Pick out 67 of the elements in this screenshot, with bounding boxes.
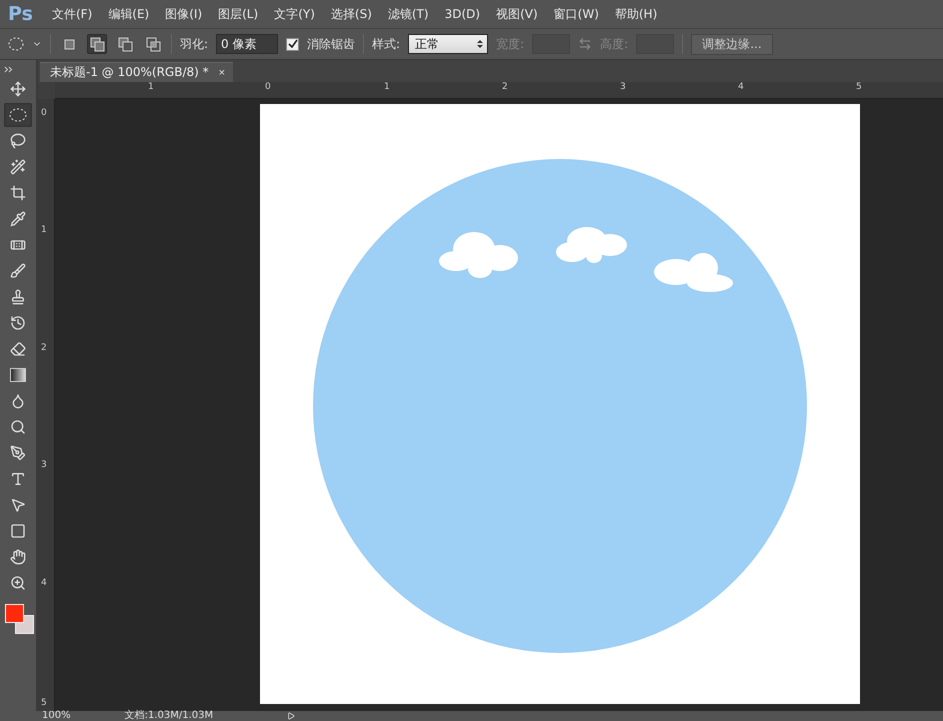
menu-item[interactable]: 滤镜(T) xyxy=(380,6,437,22)
menu-item[interactable]: 3D(D) xyxy=(436,7,488,21)
ellipse-marquee-icon[interactable] xyxy=(8,37,24,51)
selection-add-icon xyxy=(88,36,106,52)
ruler-label: 5 xyxy=(856,83,862,92)
menu-item[interactable]: 编辑(E) xyxy=(100,6,158,22)
history-brush-icon xyxy=(10,315,26,331)
crop-icon xyxy=(10,185,26,201)
stepper-icon xyxy=(477,39,484,49)
document-size: 文档:1.03M/1.03M xyxy=(124,711,214,721)
rectangle-icon xyxy=(10,523,26,539)
antialias-label: 消除锯齿 xyxy=(307,36,356,52)
collapse-icon[interactable] xyxy=(4,66,14,72)
feather-label: 羽化: xyxy=(180,36,208,52)
document-title: 未标题-1 @ 100%(RGB/8) * xyxy=(50,64,209,81)
ruler-label: 1 xyxy=(41,226,47,235)
ellipse-marquee-icon xyxy=(9,108,27,122)
menu-item[interactable]: 图像(I) xyxy=(157,6,210,22)
brush-icon xyxy=(10,263,26,279)
cloud-drawing xyxy=(556,227,627,263)
menu-item[interactable]: 帮助(H) xyxy=(606,6,666,22)
ruler-label: 4 xyxy=(738,83,744,92)
menu-item[interactable]: 视图(V) xyxy=(488,6,546,22)
move-icon xyxy=(10,81,26,97)
style-select[interactable]: 正常 xyxy=(408,34,488,54)
ruler-label: 2 xyxy=(502,83,508,92)
type-icon xyxy=(10,471,26,487)
app-logo: Ps xyxy=(7,3,34,25)
ruler-label: 3 xyxy=(41,461,47,470)
refine-edge-button[interactable]: 调整边缘... xyxy=(691,34,773,54)
document-tab[interactable]: 未标题-1 @ 100%(RGB/8) * × xyxy=(40,62,234,82)
stamp-icon xyxy=(10,289,26,305)
gradient-icon xyxy=(10,368,26,382)
ruler-label: 0 xyxy=(41,109,47,118)
menu-item[interactable]: 文字(Y) xyxy=(266,6,323,22)
ruler-label: 0 xyxy=(265,83,271,92)
tool-button[interactable] xyxy=(4,103,32,127)
ruler-label: 1 xyxy=(384,83,390,92)
feather-field[interactable]: 0 像素 xyxy=(216,34,278,54)
selection-subtract-icon xyxy=(116,36,134,52)
ruler-label: 4 xyxy=(41,579,47,588)
eyedropper-icon xyxy=(10,211,26,227)
antialias-checkbox[interactable] xyxy=(286,38,300,50)
eraser-icon xyxy=(10,341,26,357)
selection-intersect-icon xyxy=(144,36,162,52)
pen-icon xyxy=(10,445,26,461)
zoom-level: 100% xyxy=(42,711,71,721)
ruler-label: 1 xyxy=(148,83,154,92)
play-icon[interactable] xyxy=(287,712,296,720)
menu-item[interactable]: 选择(S) xyxy=(322,6,380,22)
close-button[interactable]: × xyxy=(218,66,226,78)
dodge-icon xyxy=(10,419,26,435)
droplet-icon xyxy=(10,393,26,409)
style-label: 样式: xyxy=(372,36,400,52)
hand-icon xyxy=(10,549,26,565)
menu-item[interactable]: 窗口(W) xyxy=(546,6,607,22)
ruler-label: 2 xyxy=(41,344,47,353)
menu-item[interactable]: 图层(L) xyxy=(210,6,266,22)
selection-mode-button[interactable] xyxy=(87,34,107,54)
magic-wand-icon xyxy=(10,159,26,175)
pointer-icon xyxy=(10,497,26,513)
ruler-label: 3 xyxy=(620,83,626,92)
lasso-icon xyxy=(10,133,26,149)
color-swatches-icon[interactable] xyxy=(2,602,34,636)
ruler-label: 5 xyxy=(41,699,47,708)
menu-item[interactable]: 文件(F) xyxy=(44,6,100,22)
zoom-icon xyxy=(10,575,26,591)
